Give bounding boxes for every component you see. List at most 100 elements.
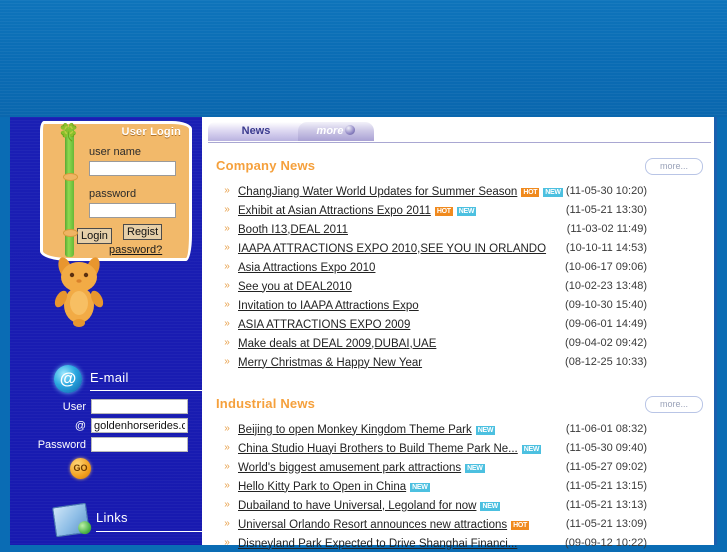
company-news-title: Company News — [216, 158, 316, 173]
clover-icon: 🍀 — [58, 123, 80, 142]
news-link[interactable]: Asia Attractions Expo 2010 — [238, 262, 375, 274]
new-badge: NEW — [543, 187, 563, 197]
industrial-news-list: » Beijing to open Monkey Kingdom Theme Pa… — [216, 419, 703, 552]
news-date: (09-09-12 10:22) — [565, 536, 647, 549]
links-panel: Links — [10, 502, 202, 539]
news-link[interactable]: Merry Christmas & Happy New Year — [238, 357, 422, 369]
double-chevron-right-icon: » — [224, 204, 230, 215]
password-input[interactable] — [89, 203, 176, 218]
news-title-wrap: World's biggest amusement park attractio… — [238, 458, 485, 476]
links-book-icon — [52, 502, 90, 538]
news-row: » Asia Attractions Expo 2010 (10-06-17 09:… — [216, 257, 703, 276]
news-row: » Make deals at DEAL 2009,DUBAI,UAE (09-04… — [216, 333, 703, 352]
bunny-mascot-icon — [54, 257, 104, 327]
section-industrial-news: Industrial News more... » Beijing to open… — [216, 395, 703, 552]
double-chevron-right-icon: » — [224, 442, 230, 453]
news-date: (11-05-30 09:40) — [565, 441, 647, 454]
left-sidebar: User Login user name password Login Regi… — [10, 117, 202, 545]
double-chevron-right-icon: » — [224, 185, 230, 196]
news-date: (11-06-01 08:32) — [565, 422, 647, 435]
tab-more[interactable]: more — [298, 122, 374, 141]
news-date: (09-06-01 14:49) — [565, 317, 647, 330]
new-badge: NEW — [465, 463, 485, 473]
double-chevron-right-icon: » — [224, 480, 230, 491]
news-link[interactable]: Disneyland Park Expected to Drive Shangh… — [238, 538, 517, 550]
new-badge: NEW — [521, 444, 542, 454]
news-link[interactable]: Booth I13,DEAL 2011 — [238, 224, 348, 236]
double-chevron-right-icon: » — [224, 499, 230, 510]
news-link[interactable]: Beijing to open Monkey Kingdom Theme Par… — [238, 424, 472, 436]
section-company-news: Company News more... » ChangJiang Water W… — [216, 157, 703, 371]
news-link[interactable]: Dubailand to have Universal, Legoland fo… — [238, 500, 476, 512]
news-link[interactable]: IAAPA ATTRACTIONS EXPO 2010,SEE YOU IN O… — [238, 243, 546, 255]
news-title-wrap: See you at DEAL2010 — [238, 277, 352, 295]
main-content: News more Company News more... » ChangJia… — [202, 117, 717, 550]
site-banner — [0, 0, 727, 117]
news-date: (11-05-21 13:15) — [565, 479, 647, 492]
email-password-label: Password — [37, 438, 86, 451]
ribbon-ring-decoration — [63, 229, 78, 237]
news-title-wrap: Merry Christmas & Happy New Year — [238, 353, 422, 371]
news-date: (09-04-02 09:42) — [565, 336, 647, 349]
news-date: (11-05-30 10:20) — [565, 184, 647, 197]
double-chevron-right-icon: » — [224, 318, 230, 329]
news-row: » See you at DEAL2010 (10-02-23 13:48) — [216, 276, 703, 295]
email-user-input[interactable] — [91, 399, 188, 414]
news-link[interactable]: Make deals at DEAL 2009,DUBAI,UAE — [238, 338, 436, 350]
news-title-wrap: Make deals at DEAL 2009,DUBAI,UAE — [238, 334, 436, 352]
news-row: » Exhibit at Asian Attractions Expo 2011 H… — [216, 200, 703, 219]
news-link[interactable]: ChangJiang Water World Updates for Summe… — [238, 186, 517, 198]
tab-news[interactable]: News — [208, 122, 304, 141]
email-domain-input[interactable] — [91, 418, 188, 433]
email-go-button[interactable]: GO — [70, 458, 91, 479]
double-chevron-right-icon: » — [224, 423, 230, 434]
email-user-label: User — [62, 400, 86, 413]
email-domain-row: @ — [10, 418, 188, 433]
news-row: » Universal Orlando Resort announces new … — [216, 514, 703, 533]
news-title-wrap: Hello Kitty Park to Open in China NEW — [238, 477, 430, 495]
tab-more-label: more — [316, 125, 344, 137]
news-title-wrap: Dubailand to have Universal, Legoland fo… — [238, 496, 500, 514]
double-chevron-right-icon: » — [224, 337, 230, 348]
email-heading-underline — [90, 390, 202, 391]
new-badge: NEW — [456, 206, 477, 216]
email-password-row: Password — [10, 437, 188, 452]
links-heading-underline — [96, 531, 202, 532]
news-row: » ChangJiang Water World Updates for Summ… — [216, 181, 703, 200]
news-link[interactable]: China Studio Huayi Brothers to Build The… — [238, 443, 518, 455]
industrial-news-title: Industrial News — [216, 396, 316, 411]
double-chevron-right-icon: » — [224, 461, 230, 472]
company-news-list: » ChangJiang Water World Updates for Summ… — [216, 181, 703, 371]
email-password-input[interactable] — [91, 437, 188, 452]
news-row: » China Studio Huayi Brothers to Build Th… — [216, 438, 703, 457]
industrial-news-more-button[interactable]: more... — [645, 396, 703, 413]
news-title-wrap: IAAPA ATTRACTIONS EXPO 2010,SEE YOU IN O… — [238, 239, 546, 257]
forgot-password-link[interactable]: password? — [109, 244, 162, 256]
news-title-wrap: Asia Attractions Expo 2010 — [238, 258, 375, 276]
email-login-panel: @ E-mail User @ Password GO — [10, 365, 202, 479]
news-title-wrap: Invitation to IAAPA Attractions Expo — [238, 296, 419, 314]
double-chevron-right-icon: » — [224, 518, 230, 529]
news-date: (10-02-23 13:48) — [565, 279, 647, 292]
panel-right-edge — [714, 117, 717, 545]
username-input[interactable] — [89, 161, 176, 176]
double-chevron-right-icon: » — [224, 299, 230, 310]
news-link[interactable]: Invitation to IAAPA Attractions Expo — [238, 300, 419, 312]
news-link[interactable]: Exhibit at Asian Attractions Expo 2011 — [238, 205, 431, 217]
news-link[interactable]: ASIA ATTRACTIONS EXPO 2009 — [238, 319, 410, 331]
news-link[interactable]: World's biggest amusement park attractio… — [238, 462, 461, 474]
new-badge: NEW — [410, 482, 430, 492]
news-title-wrap: Universal Orlando Resort announces new a… — [238, 515, 530, 533]
news-date: (08-12-25 10:33) — [565, 355, 647, 368]
news-link[interactable]: Hello Kitty Park to Open in China — [238, 481, 406, 493]
company-news-more-button[interactable]: more... — [645, 158, 703, 175]
news-date: (10-06-17 09:06) — [565, 260, 647, 273]
login-button[interactable]: Login — [77, 228, 112, 244]
news-link[interactable]: See you at DEAL2010 — [238, 281, 352, 293]
register-button[interactable]: Regist — [123, 224, 163, 240]
news-row: » ASIA ATTRACTIONS EXPO 2009 (09-06-01 14:… — [216, 314, 703, 333]
double-chevron-right-icon: » — [224, 242, 230, 253]
news-row: » Beijing to open Monkey Kingdom Theme Pa… — [216, 419, 703, 438]
news-date: (10-10-11 14:53) — [565, 241, 647, 254]
news-link[interactable]: Universal Orlando Resort announces new a… — [238, 519, 507, 531]
